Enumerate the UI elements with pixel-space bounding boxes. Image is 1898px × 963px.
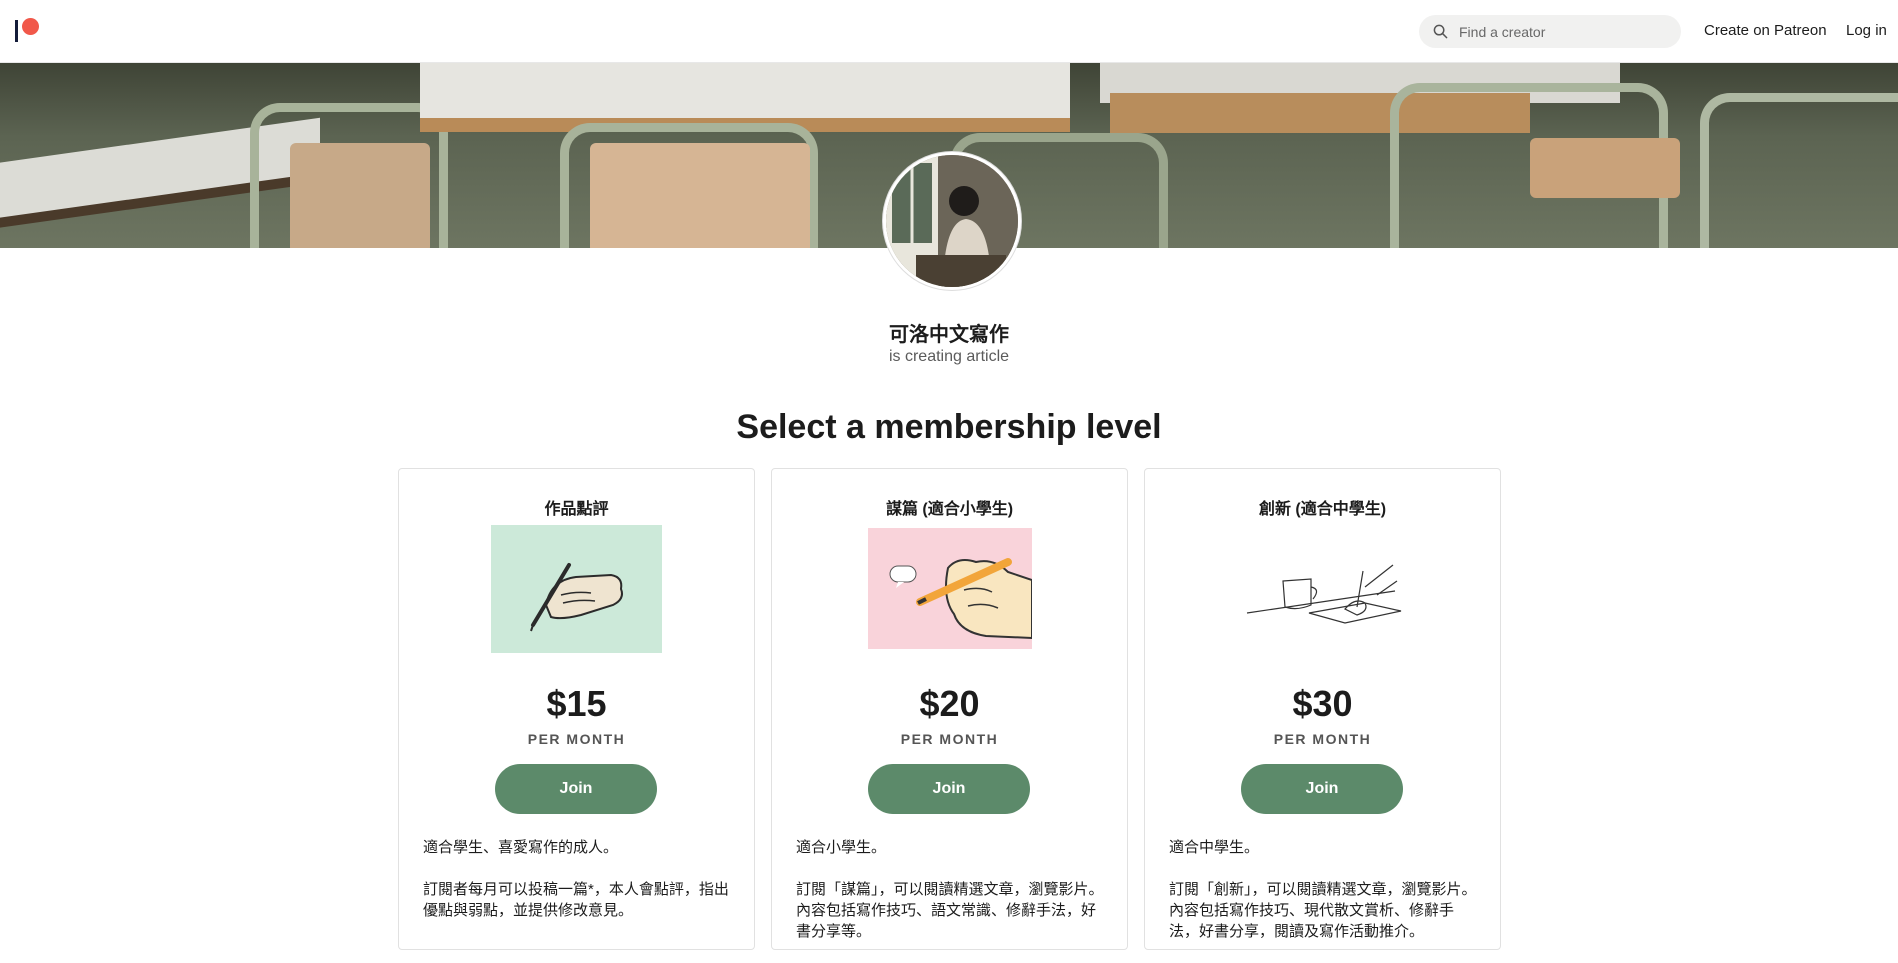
- tier-desc-intro: 適合中學生。: [1169, 839, 1260, 856]
- tier-period: PER MONTH: [900, 731, 999, 747]
- tier-desc-body: 訂閱「創新」，可以閱讀精選文章，瀏覽影片。內容包括寫作技巧、現代散文賞析、修辭手…: [1169, 881, 1477, 940]
- membership-heading: Select a membership level: [736, 408, 1162, 446]
- search-box[interactable]: [1419, 15, 1681, 48]
- tier-name: 作品點評: [544, 501, 609, 518]
- tier-image-desk-sketch: [1245, 551, 1403, 636]
- tier-image-hand-writing-pen: [491, 525, 662, 653]
- tier-desc-intro: 適合學生、喜愛寫作的成人。: [423, 839, 619, 856]
- tier-description: 適合小學生。 訂閱「謀篇」，可以閱讀精選文章，瀏覽影片。內容包括寫作技巧、語文常…: [796, 837, 1106, 963]
- search-icon: [1433, 24, 1448, 39]
- tier-desc-body: 訂閱「謀篇」，可以閱讀精選文章，瀏覽影片。內容包括寫作技巧、語文常識、修辭手法，…: [796, 881, 1104, 940]
- search-input[interactable]: [1459, 15, 1669, 48]
- patreon-logo[interactable]: [13, 16, 41, 42]
- logo-dot: [22, 18, 39, 35]
- tier-period: PER MONTH: [1273, 731, 1372, 747]
- tier-period: PER MONTH: [527, 731, 626, 747]
- avatar-photo: [886, 155, 1018, 287]
- tier-price: $15: [546, 683, 607, 724]
- tier-price: $20: [919, 683, 980, 724]
- tier-card-2: 謀篇 (適合小學生) $20 PER MONTH Join 適合小學生。 訂閱「…: [771, 468, 1128, 950]
- tier-description: 適合中學生。 訂閱「創新」，可以閱讀精選文章，瀏覽影片。內容包括寫作技巧、現代散…: [1169, 837, 1479, 963]
- tier-name: 謀篇 (適合小學生): [885, 501, 1014, 518]
- join-button[interactable]: Join: [868, 764, 1030, 814]
- tier-card-1: 作品點評 $15 PER MONTH Join 適合學生、喜愛寫作的成人。 訂閱…: [398, 468, 755, 950]
- creator-avatar[interactable]: [883, 152, 1021, 290]
- top-navigation-bar: Create on Patreon Log in: [0, 0, 1898, 63]
- tier-name: 創新 (適合中學生): [1258, 501, 1387, 518]
- creator-subtitle: is creating article: [888, 348, 1010, 365]
- create-on-patreon-link[interactable]: Create on Patreon: [1704, 22, 1827, 39]
- login-link[interactable]: Log in: [1846, 22, 1887, 39]
- tier-price: $30: [1292, 683, 1353, 724]
- tier-desc-intro: 適合小學生。: [796, 839, 887, 856]
- creator-name: 可洛中文寫作: [889, 324, 1009, 346]
- join-button[interactable]: Join: [1241, 764, 1403, 814]
- tier-desc-body: 訂閱者每月可以投稿一篇*，本人會點評，指出優點與弱點，並提供修改意見。: [423, 881, 729, 919]
- hand-pen-illustration: [530, 563, 623, 632]
- hand-pencil-illustration: [889, 558, 1032, 640]
- logo-bar: [15, 20, 18, 42]
- tier-image-hand-pencil: [868, 528, 1032, 649]
- desk-sketch-illustration: [1246, 564, 1402, 624]
- tier-card-3: 創新 (適合中學生) $30 PER MONTH Join 適合中學生。 訂閱「…: [1144, 468, 1501, 950]
- join-button[interactable]: Join: [495, 764, 657, 814]
- tier-description: 適合學生、喜愛寫作的成人。 訂閱者每月可以投稿一篇*，本人會點評，指出優點與弱點…: [423, 837, 733, 942]
